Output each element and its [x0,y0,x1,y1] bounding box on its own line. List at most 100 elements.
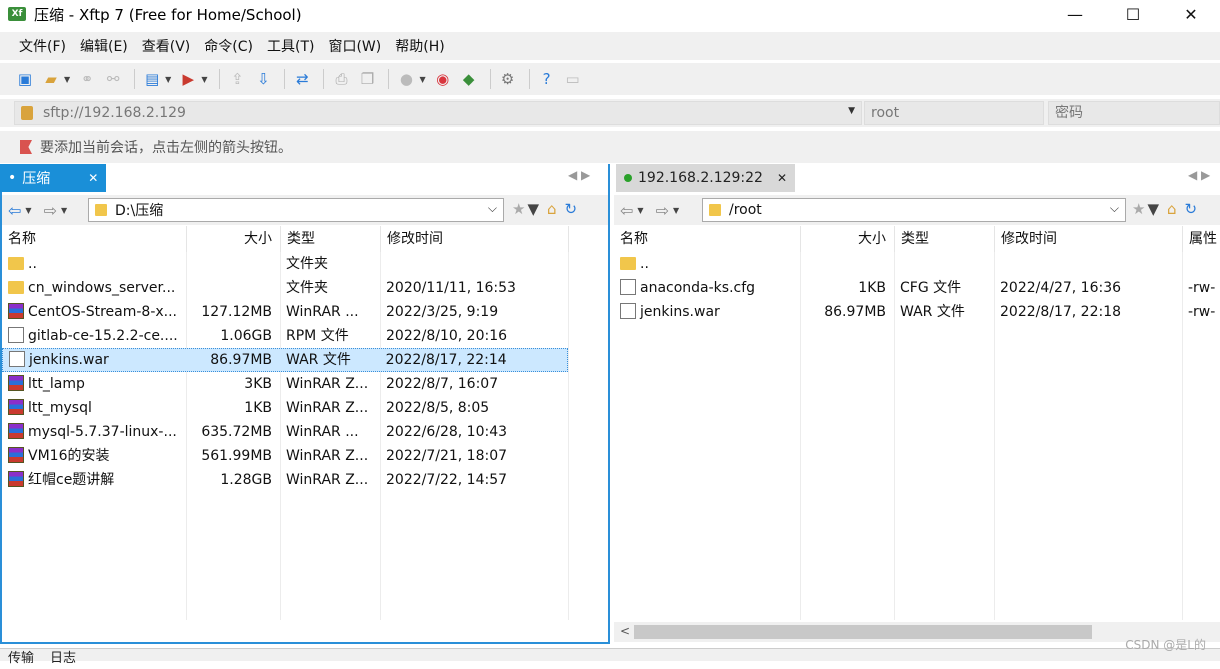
open-folder-icon[interactable]: ▰ [40,68,62,90]
file-mtime: 2022/8/7, 16:07 [386,376,499,392]
tab-transfers[interactable]: 传输 [0,649,42,666]
settings-gear-icon[interactable]: ⚙ [497,68,519,90]
col-size[interactable]: 大小 [801,226,895,252]
col-type[interactable]: 类型 [895,226,995,252]
back-arrow-icon[interactable]: ⇦ [8,201,21,220]
forward-dropdown-icon[interactable]: ▼ [61,206,67,215]
file-mtime: 2022/7/21, 18:07 [386,448,508,464]
tab-local[interactable]: • 压缩 ✕ [0,164,107,192]
file-row[interactable]: gitlab-ce-15.2.2-ce.... 1.06GB RPM 文件 2022/… [2,324,568,348]
print-icon[interactable]: ⎙ [330,68,352,90]
layout-dropdown-icon[interactable]: ▼ [165,75,171,84]
remote-nav-bar: ⇦ ▼ ⇨ ▼ /root ⌵ ★ ▼ ⌂ ↻ [614,195,1220,225]
favorite-dropdown-icon[interactable]: ▼ [1147,200,1159,218]
file-row[interactable]: ltt_lamp 3KB WinRAR Z... 2022/8/7, 16:07 [2,372,568,396]
help-icon[interactable]: ? [536,68,558,90]
connect-icon[interactable]: ⚭ [76,68,98,90]
menu-file[interactable]: 文件(F) [12,36,73,56]
favorite-dropdown-icon[interactable]: ▼ [527,200,539,218]
play-dropdown-icon[interactable]: ▼ [201,75,207,84]
remote-path-input[interactable]: /root ⌵ [702,198,1126,222]
scrollbar-thumb[interactable] [634,625,1092,639]
local-path-input[interactable]: D:\压缩 ⌵ [88,198,504,222]
file-row[interactable]: jenkins.war 86.97MB WAR 文件 2022/8/17, 22:14 [2,348,568,372]
stop-icon[interactable]: ● [395,68,417,90]
local-tab-scroll-arrows[interactable]: ◀ ▶ [568,168,590,182]
menu-edit[interactable]: 编辑(E) [73,36,135,56]
menu-window[interactable]: 窗口(W) [321,36,388,56]
forward-arrow-icon[interactable]: ⇨ [44,201,57,220]
file-row[interactable]: VM16的安装 561.99MB WinRAR Z... 2022/7/21, 18:… [2,444,568,468]
download-icon[interactable]: ⇩ [252,68,274,90]
col-size[interactable]: 大小 [187,226,281,252]
disconnect-icon[interactable]: ⚯ [102,68,124,90]
menu-help[interactable]: 帮助(H) [388,36,451,56]
stop-dropdown-icon[interactable]: ▼ [419,75,425,84]
col-name[interactable]: 名称 [2,226,187,252]
col-type[interactable]: 类型 [281,226,381,252]
layout-icon[interactable]: ▤ [141,68,163,90]
parent-folder-icon[interactable]: ⌂ [1167,200,1177,218]
file-row[interactable]: cn_windows_server... 文件夹 2020/11/11, 16:53 [2,276,568,300]
back-arrow-icon[interactable]: ⇦ [620,201,633,220]
play-icon[interactable]: ▶ [177,68,199,90]
close-button[interactable]: ✕ [1162,0,1220,28]
close-tab-icon[interactable]: ✕ [88,171,98,185]
tab-remote[interactable]: 192.168.2.129:22 ✕ [616,164,796,192]
file-mtime-cell: 2022/6/28, 10:43 [380,420,568,444]
forward-dropdown-icon[interactable]: ▼ [673,206,679,215]
file-row[interactable]: mysql-5.7.37-linux-... 635.72MB WinRAR ...… [2,420,568,444]
col-name[interactable]: 名称 [614,226,801,252]
password-input[interactable]: 密码 [1048,101,1220,125]
tab-log[interactable]: 日志 [42,649,84,666]
favorite-star-icon[interactable]: ★ [512,200,525,218]
scroll-left-arrow-icon[interactable]: < [620,624,630,638]
file-size-cell: 86.97MB [800,300,894,324]
host-address-input[interactable]: sftp://192.168.2.129 ▼ [14,101,862,125]
new-session-icon[interactable]: ▣ [14,68,36,90]
file-type-cell: 文件夹 [280,252,380,276]
file-row[interactable]: jenkins.war 86.97MB WAR 文件 2022/8/17, 22:18… [614,300,1220,324]
file-row[interactable]: .. 文件夹 [2,252,568,276]
menu-tools[interactable]: 工具(T) [260,36,321,56]
file-row[interactable]: anaconda-ks.cfg 1KB CFG 文件 2022/4/27, 16:36… [614,276,1220,300]
parent-folder-icon[interactable]: ⌂ [547,200,557,218]
folder-icon [620,256,636,270]
menu-view[interactable]: 查看(V) [135,36,198,56]
title-bar: Xf 压缩 - Xftp 7 (Free for Home/School) — … [0,0,1220,28]
col-mtime[interactable]: 修改时间 [381,226,569,252]
close-tab-icon[interactable]: ✕ [777,171,787,185]
col-attr[interactable]: 属性 [1183,226,1220,252]
copy-icon[interactable]: ❐ [356,68,378,90]
forward-arrow-icon[interactable]: ⇨ [656,201,669,220]
remote-tab-scroll-arrows[interactable]: ◀ ▶ [1188,168,1210,182]
xshell-icon[interactable]: ◉ [432,68,454,90]
file-row[interactable]: CentOS-Stream-8-x... 127.12MB WinRAR ... 20… [2,300,568,324]
refresh-icon[interactable]: ↻ [1185,200,1198,218]
favorite-star-icon[interactable]: ★ [1132,200,1145,218]
upload-icon[interactable]: ⇪ [226,68,248,90]
host-address-text: sftp://192.168.2.129 [43,105,186,121]
path-dropdown-icon[interactable]: ⌵ [1110,201,1119,216]
file-size-cell: 635.72MB [186,420,280,444]
file-mtime-cell [994,252,1182,276]
menu-command[interactable]: 命令(C) [197,36,260,56]
username-input[interactable]: root [864,101,1044,125]
refresh-icon[interactable]: ↻ [565,200,578,218]
file-mtime: 2022/6/28, 10:43 [386,424,508,440]
xftp-icon[interactable]: ◆ [458,68,480,90]
back-dropdown-icon[interactable]: ▼ [637,206,643,215]
file-row[interactable]: 红帽ce题讲解 1.28GB WinRAR Z... 2022/7/22, 14:57 [2,468,568,492]
sync-icon[interactable]: ⇄ [291,68,313,90]
maximize-button[interactable]: ☐ [1104,0,1162,28]
back-dropdown-icon[interactable]: ▼ [25,206,31,215]
path-dropdown-icon[interactable]: ⌵ [488,201,497,216]
col-mtime[interactable]: 修改时间 [995,226,1183,252]
file-row[interactable]: ltt_mysql 1KB WinRAR Z... 2022/8/5, 8:05 [2,396,568,420]
file-mtime-cell: 2022/3/25, 9:19 [380,300,568,324]
open-dropdown-icon[interactable]: ▼ [64,75,70,84]
minimize-button[interactable]: — [1046,0,1104,28]
address-dropdown-icon[interactable]: ▼ [848,106,855,116]
chat-icon[interactable]: ▭ [562,68,584,90]
file-row[interactable]: .. [614,252,1220,276]
